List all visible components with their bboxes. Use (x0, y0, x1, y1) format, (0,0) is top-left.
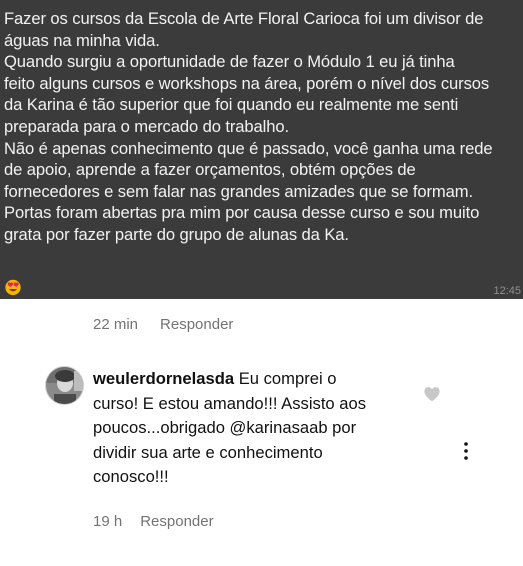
chat-line: Fazer os cursos da Escola de Arte Floral… (4, 9, 484, 28)
chat-message-text: Fazer os cursos da Escola de Arte Floral… (4, 8, 513, 246)
chat-screenshot-image: Fazer os cursos da Escola de Arte Floral… (0, 0, 523, 299)
chat-line: Quando surgiu a oportunidade de fazer o … (4, 52, 455, 72)
reply-button[interactable]: Responder (140, 513, 213, 530)
chat-line: feito alguns cursos e workshops na área,… (4, 73, 490, 93)
chat-line: de apoio, aprende a fazer orçamentos, ob… (4, 160, 416, 180)
comment-thread: Fazer os cursos da Escola de Arte Floral… (0, 0, 523, 566)
comment-age: 19 h (93, 513, 123, 530)
chat-line: águas na minha vida. (4, 30, 160, 50)
username-link[interactable]: weulerdornelasda (93, 369, 234, 388)
comment-line: poucos...obrigado @karinasaab por (93, 418, 357, 438)
smiling-face-with-heart-eyes-icon (5, 279, 21, 296)
comment-line: conosco!!! (93, 467, 169, 487)
chat-line: Portas foram abertas pra mim por causa d… (4, 203, 480, 223)
comment-line: dividir sua arte e conhecimento (93, 442, 323, 462)
chat-line: preparada para o mercado do trabalho. (4, 116, 290, 136)
comment-meta: 19 h Responder (93, 513, 214, 530)
chat-line: Não é apenas conhecimento que é passado,… (4, 138, 493, 158)
comment-age: 22 min (93, 316, 139, 333)
reply-button[interactable]: Responder (160, 316, 233, 333)
comment-text-start: Eu comprei o (234, 369, 337, 388)
comment-first-line: weulerdornelasda Eu comprei o (93, 367, 423, 392)
avatar-photo (46, 367, 83, 404)
comment-meta: 22 min Responder (93, 316, 233, 333)
heart-icon[interactable] (423, 386, 441, 402)
comment-text: weulerdornelasda Eu comprei o curso! E e… (93, 367, 423, 490)
avatar[interactable] (45, 366, 84, 405)
chat-line: da Karina é tão superior que foi quando … (4, 95, 459, 115)
chat-timestamp: 12:45 (493, 285, 521, 297)
chat-line: fornecedores e sem falar nas grandes ami… (4, 181, 474, 201)
more-options-icon[interactable] (456, 440, 476, 462)
chat-line: grata por fazer parte do grupo de alunas… (4, 224, 349, 244)
comment-line: curso! E estou amando!!! Assisto aos (93, 393, 367, 413)
